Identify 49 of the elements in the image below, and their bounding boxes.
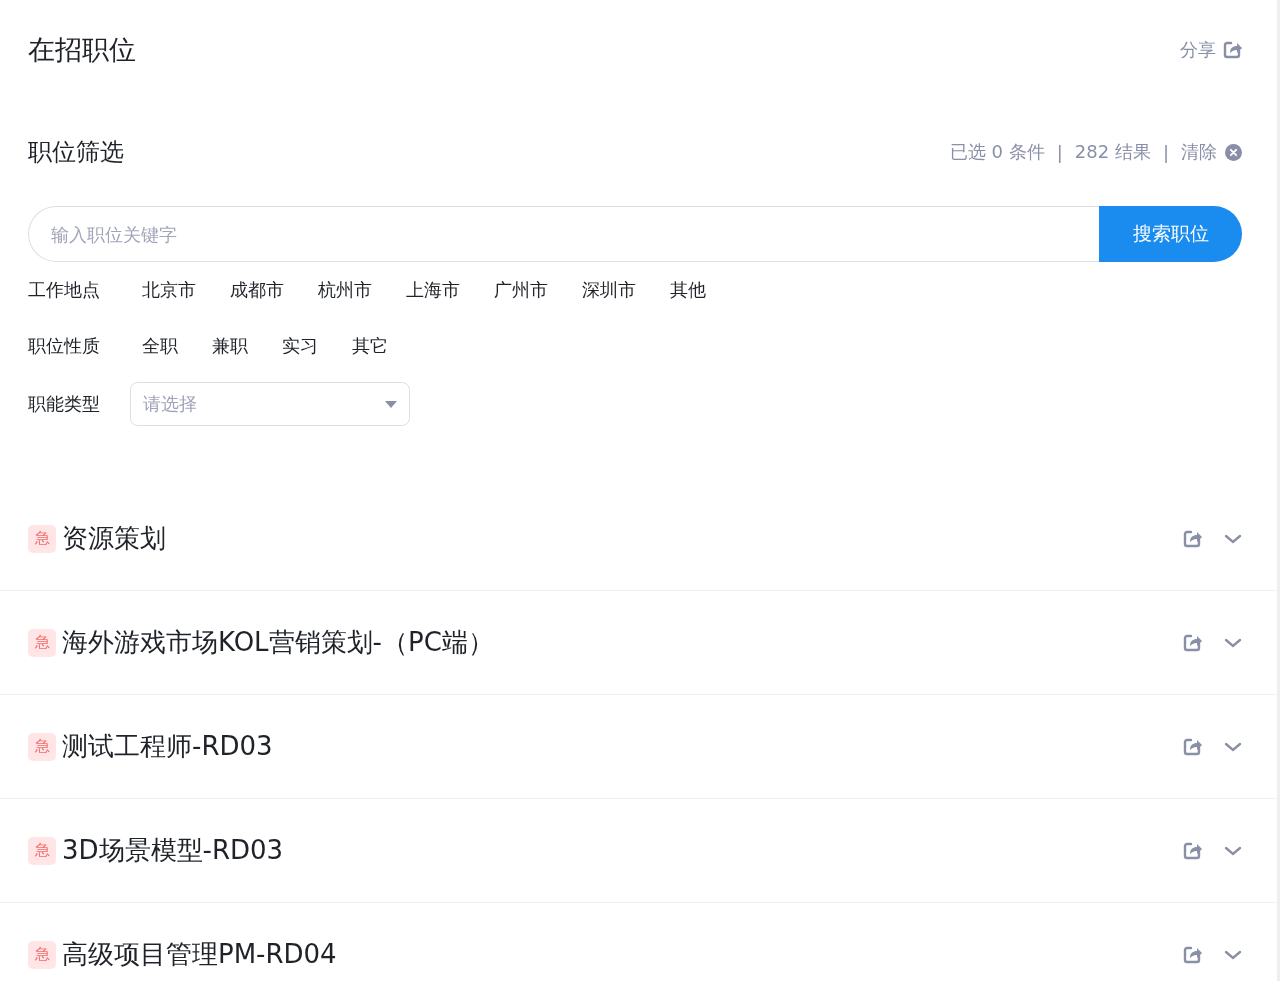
urgent-badge: 急	[28, 836, 56, 865]
share-icon[interactable]	[1182, 944, 1202, 965]
page-title: 在招职位	[28, 33, 136, 67]
urgent-badge: 急	[28, 732, 56, 761]
filter-option[interactable]: 上海市	[406, 278, 460, 302]
chevron-down-icon[interactable]	[1224, 741, 1242, 752]
result-count: 282 结果	[1074, 140, 1151, 164]
selected-count: 已选 0 条件	[949, 140, 1045, 164]
section-title: 职位筛选	[28, 137, 124, 168]
share-icon[interactable]	[1182, 736, 1202, 757]
filter-option[interactable]: 兼职	[212, 334, 248, 358]
job-row[interactable]: 急 测试工程师-RD03	[0, 695, 1277, 799]
dropdown-icon	[385, 400, 397, 408]
share-icon[interactable]	[1222, 40, 1242, 60]
urgent-badge: 急	[28, 628, 56, 657]
chevron-down-icon[interactable]	[1224, 845, 1242, 856]
filter-option[interactable]: 杭州市	[318, 278, 372, 302]
separator: |	[1056, 141, 1063, 163]
chevron-down-icon[interactable]	[1224, 533, 1242, 544]
filter-label: 工作地点	[28, 278, 101, 302]
filter-option[interactable]: 全职	[142, 334, 178, 358]
filter-option[interactable]: 其他	[670, 278, 706, 302]
job-row[interactable]: 急 高级项目管理PM-RD04	[0, 903, 1277, 981]
share-icon[interactable]	[1182, 528, 1202, 549]
filter-option[interactable]: 成都市	[230, 278, 284, 302]
job-title[interactable]: 3D场景模型-RD03	[62, 833, 1182, 868]
filter-option[interactable]: 深圳市	[582, 278, 636, 302]
job-title[interactable]: 测试工程师-RD03	[62, 729, 1182, 764]
filter-option[interactable]: 实习	[282, 334, 318, 358]
job-title[interactable]: 资源策划	[62, 521, 1182, 556]
filter-option[interactable]: 北京市	[142, 278, 196, 302]
urgent-badge: 急	[28, 940, 56, 969]
close-icon[interactable]	[1225, 143, 1242, 161]
job-row[interactable]: 急 资源策划	[0, 487, 1277, 591]
chevron-down-icon[interactable]	[1224, 637, 1242, 648]
filter-label: 职位性质	[28, 334, 101, 358]
filter-option[interactable]: 广州市	[494, 278, 548, 302]
job-row[interactable]: 急 海外游戏市场KOL营销策划-（PC端）	[0, 591, 1277, 695]
job-title[interactable]: 海外游戏市场KOL营销策划-（PC端）	[62, 625, 1182, 660]
search-field[interactable]: 输入职位关键字	[28, 206, 1099, 262]
urgent-badge: 急	[28, 524, 56, 553]
filter-label: 职能类型	[28, 392, 101, 416]
job-row[interactable]: 急 3D场景模型-RD03	[0, 799, 1277, 903]
filter-option[interactable]: 其它	[352, 334, 388, 358]
share-icon[interactable]	[1182, 632, 1202, 653]
separator: |	[1162, 141, 1169, 163]
job-title[interactable]: 高级项目管理PM-RD04	[62, 937, 1182, 972]
share-icon[interactable]	[1182, 840, 1202, 861]
chevron-down-icon[interactable]	[1224, 949, 1242, 960]
